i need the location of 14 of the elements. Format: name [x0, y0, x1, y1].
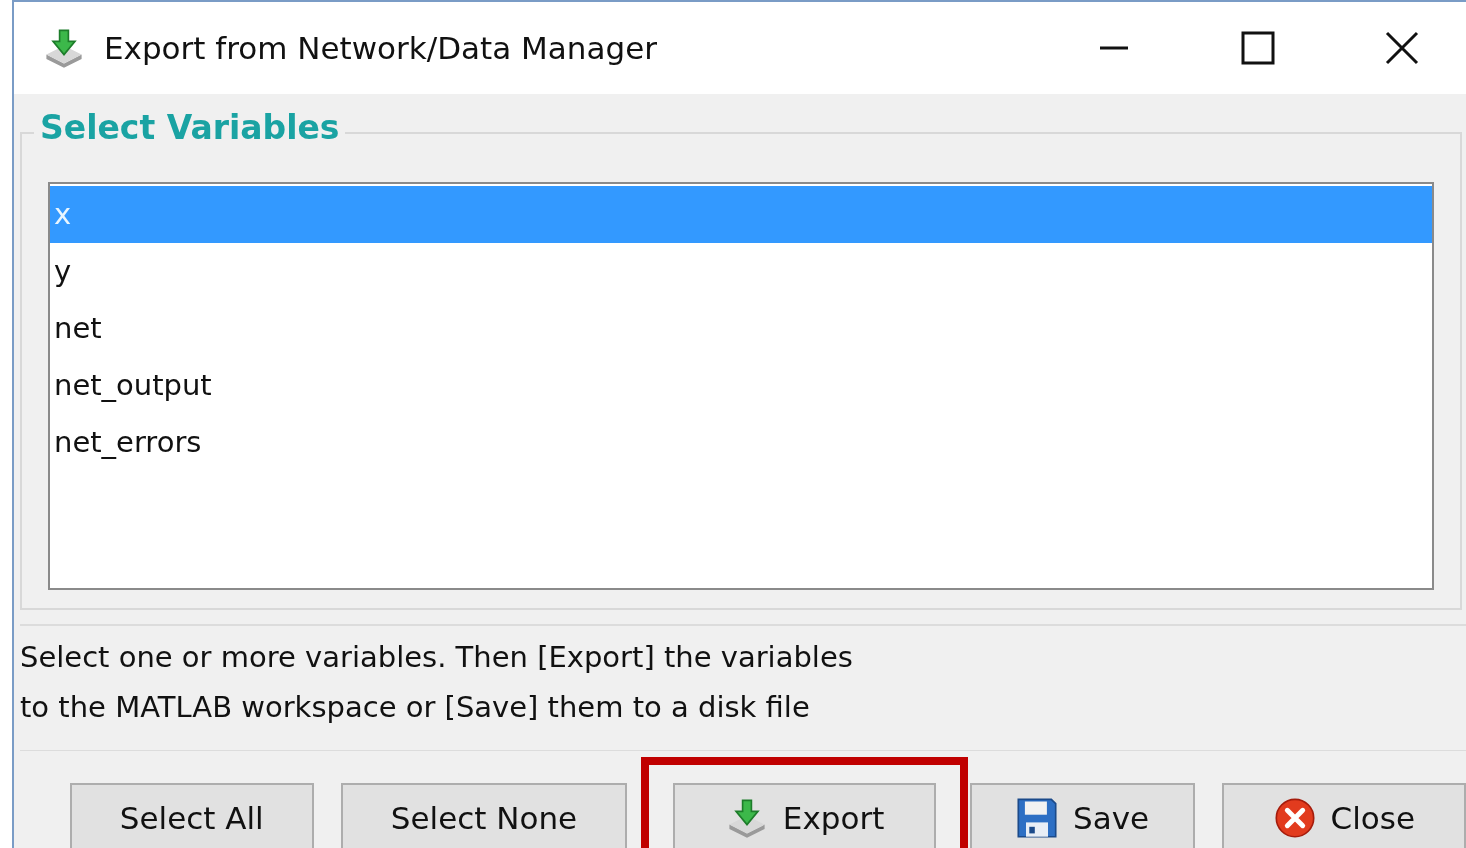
list-item[interactable]: net_errors [50, 414, 1432, 471]
close-button[interactable]: Close [1221, 783, 1466, 848]
save-icon [1015, 796, 1060, 840]
button[interactable]: Select All [70, 783, 314, 848]
help-text: Select one or more variables. Then [Export] the variables [20, 639, 854, 676]
list-item[interactable]: net_output [50, 357, 1432, 414]
window-title: Export from Network/Data Manager [104, 30, 657, 66]
save-button[interactable]: Save [969, 783, 1195, 848]
help-text: to the MATLAB workspace or [Save] them to a disk file [20, 689, 811, 726]
list-item[interactable]: y [50, 243, 1432, 300]
list-item[interactable]: net [50, 300, 1432, 357]
variable-list[interactable]: x y net net_output net_errors [48, 182, 1434, 590]
button[interactable]: Select None [340, 783, 628, 848]
export-button[interactable]: Export [673, 783, 936, 848]
